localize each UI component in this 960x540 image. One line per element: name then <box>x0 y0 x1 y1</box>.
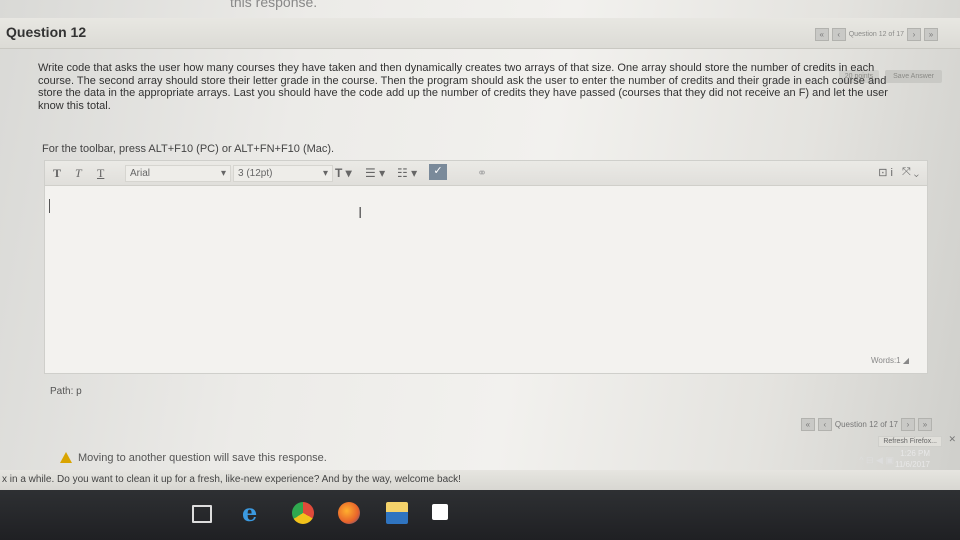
font-size-select[interactable]: 3 (12pt) ▾ <box>233 165 333 182</box>
top-save-message: this response. <box>230 0 318 10</box>
resize-handle-icon[interactable]: ◢ <box>903 356 909 365</box>
link-icon[interactable]: ⚭ <box>477 166 487 180</box>
text-cursor-icon: I <box>358 205 363 222</box>
file-explorer-icon[interactable] <box>386 502 408 524</box>
close-icon[interactable]: ✕ <box>948 434 956 445</box>
question-text-line: Write code that asks the user how many c… <box>38 62 875 74</box>
question-text-line: store the data in the appropriate arrays… <box>38 87 888 99</box>
question-title: Question 12 <box>6 24 87 40</box>
last-question-button[interactable]: » <box>918 418 932 431</box>
clock-time: 1:26 PM <box>900 449 930 458</box>
firefox-refresh-notice: x in a while. Do you want to clean it up… <box>0 470 960 490</box>
text-color-button[interactable]: T ▾ <box>335 166 352 180</box>
question-header: Question 12 « ‹ Question 12 of 17 › » <box>0 18 960 49</box>
prev-question-button[interactable]: ‹ <box>831 28 846 41</box>
first-question-button[interactable]: « <box>814 28 829 41</box>
font-family-select[interactable]: Arial ▾ <box>125 165 231 182</box>
mashup-icon[interactable]: ⊡ i <box>878 166 893 179</box>
task-view-icon[interactable] <box>192 505 212 523</box>
chevron-down-icon: ▾ <box>322 168 328 179</box>
save-warning: Moving to another question will save thi… <box>60 452 327 464</box>
text-caret <box>49 199 50 213</box>
question-navigator-bottom: « ‹ Question 12 of 17 › » <box>800 418 932 431</box>
first-question-button[interactable]: « <box>800 418 815 431</box>
save-warning-text: Moving to another question will save thi… <box>78 452 327 464</box>
underline-button[interactable]: T <box>97 166 104 181</box>
bold-button[interactable]: T <box>53 166 61 181</box>
font-family-value: Arial <box>130 168 151 179</box>
chevron-down-icon: ▾ <box>220 168 226 179</box>
refresh-firefox-button[interactable]: Refresh Firefox... <box>878 436 942 447</box>
next-question-button[interactable]: › <box>907 28 921 41</box>
answer-editor[interactable]: T T T Arial ▾ 3 (12pt) ▾ T ▾ ☰ ▾ ☷ ▾ ✓ ⚭… <box>44 160 928 374</box>
prev-question-button[interactable]: ‹ <box>817 418 832 431</box>
warning-icon <box>60 452 72 463</box>
toolbar-hint: For the toolbar, press ALT+F10 (PC) or A… <box>42 143 335 155</box>
edge-browser-icon[interactable]: e <box>242 501 264 525</box>
expand-toolbar-icon[interactable]: ⤧ ⌄ <box>902 166 919 179</box>
clock-date: 11/6/2017 <box>895 460 930 469</box>
question-counter: Question 12 of 17 <box>834 420 898 429</box>
system-tray-icons[interactable]: ^ ⊟ ◀ ▣ <box>859 455 894 466</box>
editor-path: Path: p <box>50 386 82 397</box>
question-navigator-top: « ‹ Question 12 of 17 › » <box>814 28 938 41</box>
numbered-list-button[interactable]: ☷ ▾ <box>397 166 417 180</box>
question-counter: Question 12 of 17 <box>848 31 904 38</box>
firefox-icon[interactable] <box>338 502 360 524</box>
chrome-icon[interactable] <box>292 502 314 524</box>
windows-taskbar: e <box>0 490 960 540</box>
question-text-line: course. The second array should store th… <box>38 74 887 87</box>
last-question-button[interactable]: » <box>924 28 938 41</box>
store-icon[interactable] <box>432 504 448 520</box>
editor-toolbar: T T T Arial ▾ 3 (12pt) ▾ T ▾ ☰ ▾ ☷ ▾ ✓ ⚭… <box>45 161 927 186</box>
word-count: Words:1 ◢ <box>871 356 909 365</box>
word-count-label: Words:1 <box>870 356 901 365</box>
font-size-value: 3 (12pt) <box>238 168 273 179</box>
clock[interactable]: 1:26 PM 11/6/2017 <box>895 448 930 470</box>
next-question-button[interactable]: › <box>901 418 915 431</box>
italic-button[interactable]: T <box>75 166 82 181</box>
question-text-line: know this total. <box>38 99 111 112</box>
bullet-list-button[interactable]: ☰ ▾ <box>365 166 385 180</box>
question-text: Write code that asks the user how many c… <box>38 62 938 112</box>
browser-page: this response. Question 12 « ‹ Question … <box>0 0 960 490</box>
spellcheck-icon[interactable]: ✓ <box>429 164 447 180</box>
